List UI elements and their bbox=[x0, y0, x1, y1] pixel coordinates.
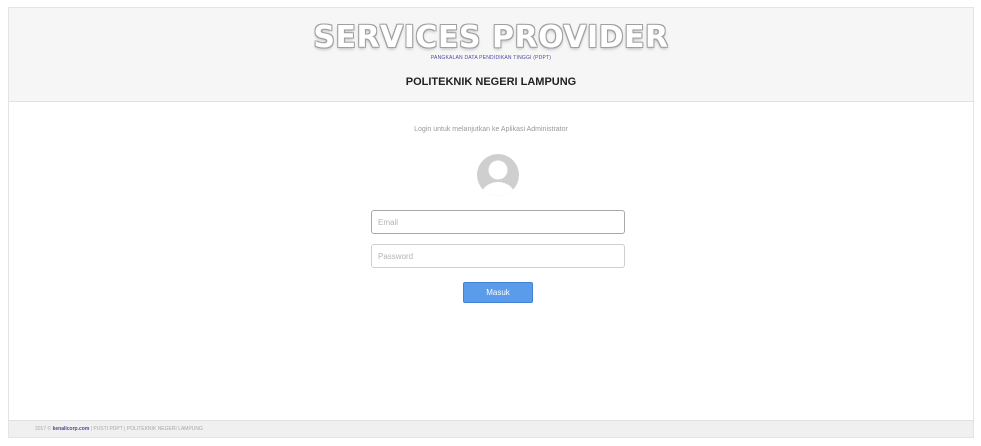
login-button[interactable]: Masuk bbox=[463, 282, 533, 303]
user-avatar-icon bbox=[477, 154, 519, 196]
login-panel: Login untuk melanjutkan ke Aplikasi Admi… bbox=[9, 102, 973, 420]
footer-company-link[interactable]: kenalicorp.com bbox=[53, 426, 90, 432]
page-frame: SERVICES PROVIDER PANGKALAN DATA PENDIDI… bbox=[8, 7, 974, 438]
brand-subtitle: PANGKALAN DATA PENDIDIKAN TINGGI (PDPT) bbox=[430, 55, 552, 61]
password-input[interactable] bbox=[371, 244, 625, 268]
login-intro-text: Login untuk melanjutkan ke Aplikasi Admi… bbox=[414, 126, 568, 133]
email-input[interactable] bbox=[371, 210, 625, 234]
institution-name: POLITEKNIK NEGERI LAMPUNG bbox=[405, 76, 577, 88]
brand-title: SERVICES PROVIDER bbox=[313, 20, 669, 55]
footer: 2017 © kenalicorp.com | PUSTI PDPT | POL… bbox=[9, 420, 973, 437]
footer-trail: | PUSTI PDPT | POLITEKNIK NEGERI LAMPUNG bbox=[90, 426, 203, 432]
footer-year: 2017 © bbox=[35, 426, 52, 432]
header: SERVICES PROVIDER PANGKALAN DATA PENDIDI… bbox=[9, 8, 973, 102]
